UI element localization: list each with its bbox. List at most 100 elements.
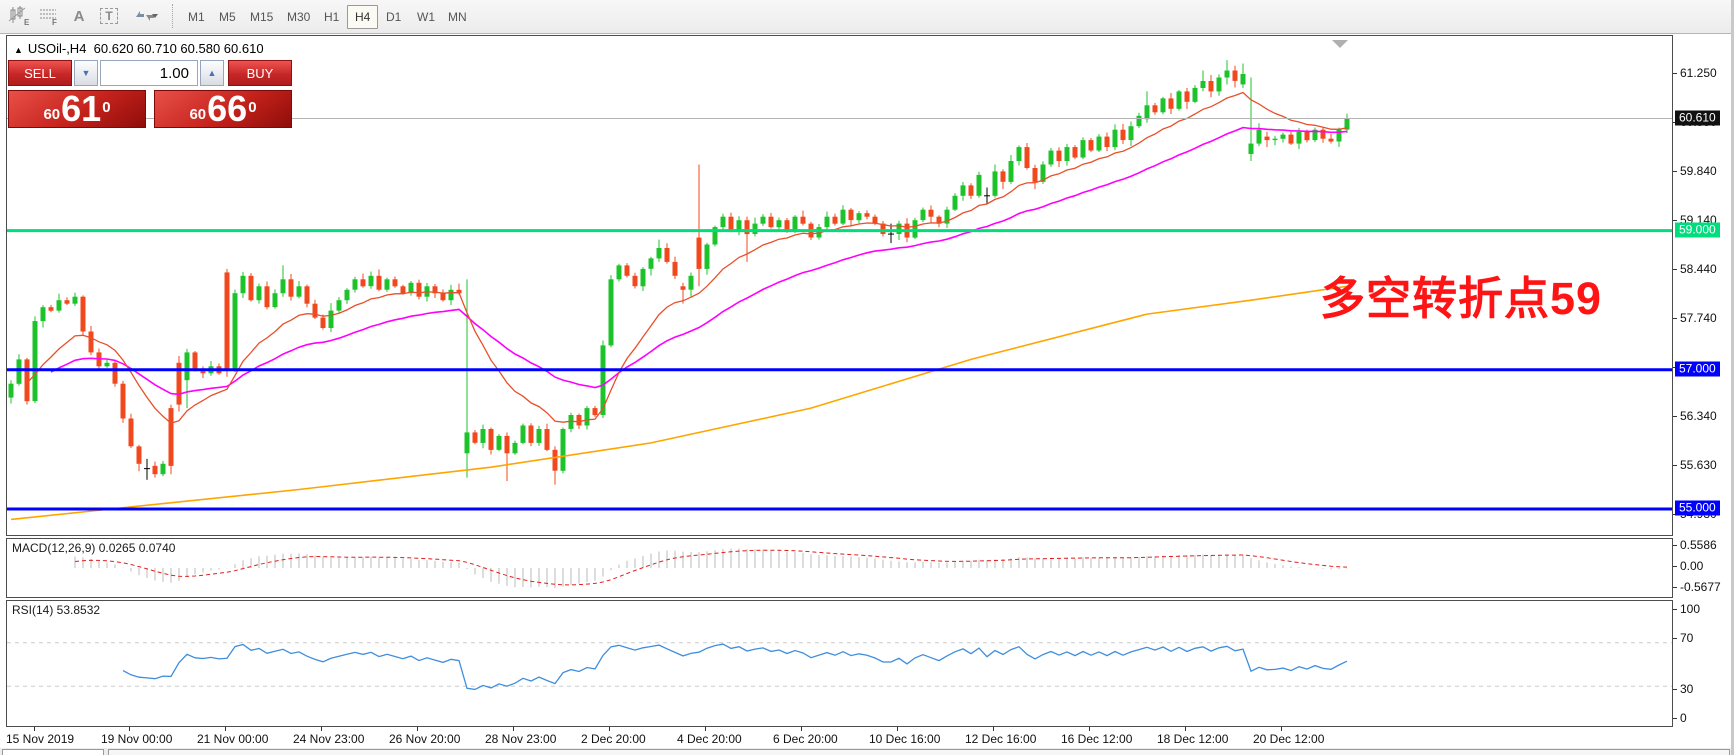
macd-axis-label: 0.5586 (1680, 538, 1717, 552)
mt4-chart-window: E F A T M1 M5 M15 M30 H1 H4 D1 W1 MN MAC… (0, 0, 1734, 755)
time-tick (1089, 727, 1090, 731)
price-tick-label: 55.630 (1680, 458, 1717, 472)
tab-timeframe-m1[interactable]: M1 (180, 5, 213, 29)
time-tick (225, 727, 226, 731)
symbol-bar: ▲ USOil-,H4 60.620 60.710 60.580 60.610 (14, 41, 264, 56)
time-tick (321, 727, 322, 731)
svg-text:F: F (52, 18, 57, 26)
price-tick (1673, 318, 1677, 319)
price-tick (1673, 171, 1677, 172)
time-tick (1281, 727, 1282, 731)
time-tick-label: 19 Nov 00:00 (101, 732, 173, 746)
time-tick-label: 21 Nov 00:00 (197, 732, 269, 746)
tab-timeframe-mn[interactable]: MN (440, 5, 475, 29)
price-tick (1673, 269, 1677, 270)
one-click-trading-panel: SELL ▼ ▲ BUY 60 61 0 60 66 0 (8, 60, 292, 128)
rsi-label: RSI(14) 53.8532 (12, 603, 101, 617)
rsi-axis-label: 100 (1680, 602, 1701, 616)
time-tick (705, 727, 706, 731)
tab-timeframe-m15[interactable]: M15 (242, 5, 281, 29)
time-tick (513, 727, 514, 731)
volume-input[interactable] (100, 60, 198, 86)
volume-up-button[interactable]: ▲ (200, 60, 224, 86)
price-tick-label: 56.340 (1680, 409, 1717, 423)
time-tick-label: 24 Nov 23:00 (293, 732, 365, 746)
time-tick-label: 6 Dec 20:00 (773, 732, 838, 746)
rsi-axis-label: 0 (1680, 711, 1687, 725)
tab-timeframe-h4[interactable]: H4 (347, 5, 379, 29)
tab-timeframe-h1[interactable]: H1 (316, 5, 347, 29)
symbol-ohlc: 60.620 60.710 60.580 60.610 (93, 41, 264, 56)
buy-price-big: 66 (207, 88, 248, 129)
time-tick-label: 12 Dec 16:00 (965, 732, 1037, 746)
hline-59-badge: 59.000 (1675, 222, 1720, 238)
time-tick (609, 727, 610, 731)
time-tick (801, 727, 802, 731)
buy-price-sup: 0 (248, 99, 257, 116)
time-tick (129, 727, 130, 731)
toolbar: E F A T M1 M5 M15 M30 H1 H4 D1 W1 MN (0, 0, 1734, 34)
time-tick-label: 4 Dec 20:00 (677, 732, 742, 746)
time-tick (34, 727, 35, 731)
time-tick-label: 28 Nov 23:00 (485, 732, 557, 746)
time-tick (417, 727, 418, 731)
sell-button[interactable]: SELL (8, 60, 72, 86)
macd-axis-label: -0.5677 (1680, 580, 1721, 594)
arrange-arrows-icon[interactable] (128, 4, 162, 28)
price-tick (1673, 465, 1677, 466)
data-window-icon[interactable]: F (36, 4, 62, 28)
buy-price-small: 60 (189, 106, 207, 123)
price-tick (1673, 220, 1677, 221)
font-icon[interactable]: A (66, 4, 92, 28)
bottom-dock-bar[interactable] (108, 749, 1730, 755)
macd-label: MACD(12,26,9) 0.0265 0.0740 (12, 541, 176, 555)
time-tick-label: 26 Nov 20:00 (389, 732, 461, 746)
toolbar-separator (172, 4, 174, 28)
svg-text:E: E (24, 18, 30, 26)
hline-55-badge: 55.000 (1675, 500, 1720, 516)
rsi-axis-label: 70 (1680, 631, 1694, 645)
bottom-dock-strip (0, 748, 1734, 755)
price-axis[interactable]: 61.25060.55059.84059.14058.44057.74057.0… (1673, 35, 1734, 748)
price-tick-label: 58.440 (1680, 262, 1717, 276)
collapse-panel-icon[interactable]: ▲ (14, 45, 23, 55)
price-tick-label: 57.740 (1680, 311, 1717, 325)
volume-down-button[interactable]: ▼ (74, 60, 98, 86)
time-tick-label: 10 Dec 16:00 (869, 732, 941, 746)
time-tick (897, 727, 898, 731)
price-tick (1673, 416, 1677, 417)
symbol-name: USOil-,H4 (27, 41, 87, 56)
time-tick-label: 15 Nov 2019 (6, 732, 75, 746)
time-tick-label: 20 Dec 12:00 (1253, 732, 1325, 746)
bid-price-badge: 60.610 (1675, 110, 1720, 125)
tab-timeframe-w1[interactable]: W1 (409, 5, 443, 29)
sell-price-sup: 0 (102, 99, 111, 116)
chart-shift-marker[interactable] (1332, 40, 1348, 48)
text-label-icon[interactable]: T (96, 4, 122, 28)
tab-timeframe-d1[interactable]: D1 (378, 5, 409, 29)
chart-annotation-text: 多空转折点59 (1320, 273, 1603, 324)
price-tick-label: 59.840 (1680, 164, 1717, 178)
chart-expert-icon[interactable]: E (6, 4, 32, 28)
rsi-pane[interactable]: RSI(14) 53.8532 (6, 600, 1673, 727)
sell-price-box[interactable]: 60 61 0 (8, 90, 146, 128)
hline-57-badge: 57.000 (1675, 361, 1720, 377)
buy-price-box[interactable]: 60 66 0 (154, 90, 292, 128)
macd-pane[interactable]: MACD(12,26,9) 0.0265 0.0740 (6, 538, 1673, 598)
time-axis[interactable]: 15 Nov 2019 19 Nov 00:00 21 Nov 00:00 24 No… (6, 727, 1673, 748)
time-tick-label: 18 Dec 12:00 (1157, 732, 1229, 746)
time-tick (1185, 727, 1186, 731)
sell-price-small: 60 (43, 106, 61, 123)
time-tick (993, 727, 994, 731)
buy-button[interactable]: BUY (228, 60, 292, 86)
time-tick-label: 2 Dec 20:00 (581, 732, 646, 746)
rsi-axis-label: 30 (1680, 682, 1694, 696)
price-tick (1673, 73, 1677, 74)
macd-axis-label: 0.00 (1680, 559, 1704, 573)
time-tick-label: 16 Dec 12:00 (1061, 732, 1133, 746)
tab-timeframe-m5[interactable]: M5 (211, 5, 244, 29)
price-tick-label: 61.250 (1680, 66, 1717, 80)
bottom-dock-box[interactable] (2, 749, 104, 755)
tab-timeframe-m30[interactable]: M30 (279, 5, 318, 29)
sell-price-big: 61 (61, 88, 102, 129)
